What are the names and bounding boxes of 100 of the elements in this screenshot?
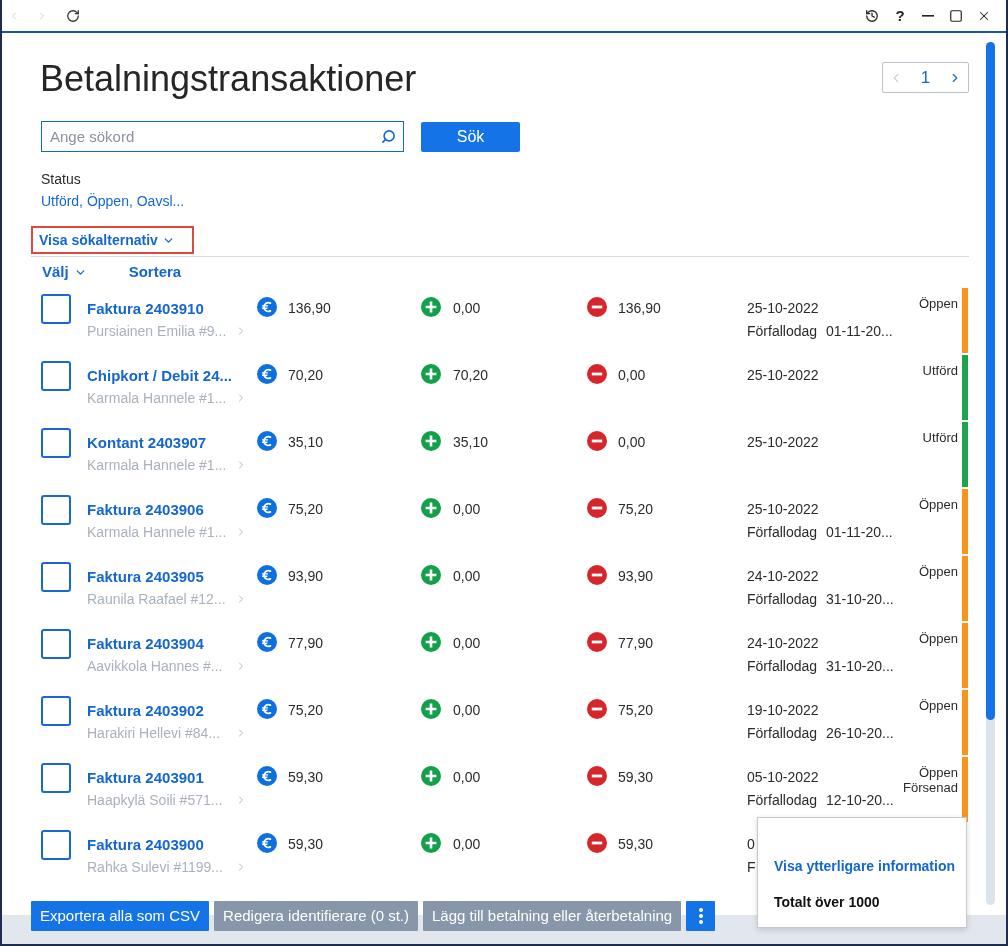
minus-circle-icon (587, 833, 607, 853)
help-button[interactable]: ? (893, 6, 907, 25)
transaction-link[interactable]: Faktura 2403905 (87, 567, 204, 587)
plus-circle-icon (421, 364, 441, 384)
paid-amount-text: 35,10 (453, 433, 489, 452)
status-text: Öppen (918, 765, 958, 780)
search-icon (381, 129, 396, 144)
export-button[interactable]: Exportera alla som CSV (31, 901, 210, 931)
page-title: Betalningstransaktioner (40, 57, 417, 101)
scrollbar-thumb[interactable] (986, 42, 995, 720)
status-text: Öppen (918, 631, 958, 646)
plus-circle-icon (421, 431, 441, 451)
paid-amount-text: 0,00 (453, 500, 481, 519)
minus-circle-icon (587, 766, 607, 786)
date-text: 19-10-2022 (747, 701, 819, 720)
search-field[interactable]: Ange sökord (41, 121, 404, 152)
total-count-text: Totalt över 1000 (774, 893, 880, 912)
status-text: Öppen (918, 497, 958, 512)
date-text: 05-10-2022 (747, 768, 819, 787)
status-filter-label: Status (41, 170, 81, 188)
remaining-amount-text: 59,30 (618, 768, 654, 787)
more-options-button[interactable] (686, 901, 716, 931)
transaction-link[interactable]: Chipkort / Debit 24... (87, 366, 233, 386)
checkbox[interactable] (41, 428, 71, 458)
amount-text: 75,20 (288, 500, 324, 519)
sort-button[interactable]: Sortera (128, 262, 182, 282)
due-label: Förfallodag (747, 791, 818, 810)
checkbox[interactable] (41, 361, 71, 391)
status-filter-link[interactable]: Utförd, Öppen, Oavsl... (41, 192, 185, 210)
euro-icon (257, 498, 277, 518)
euro-icon (257, 699, 277, 719)
paid-amount-text: 0,00 (453, 567, 481, 586)
euro-icon (257, 766, 277, 786)
remaining-amount-text: 93,90 (618, 567, 654, 586)
due-label: F (747, 858, 756, 877)
maximize-button[interactable] (949, 7, 963, 24)
minus-circle-icon (587, 431, 607, 451)
search-options-toggle[interactable]: Visa sökalternativ (39, 230, 175, 250)
due-label: Förfallodag (747, 724, 818, 743)
plus-circle-icon (421, 833, 441, 853)
paid-amount-text: 0,00 (453, 835, 481, 854)
amount-text: 59,30 (288, 835, 324, 854)
history-icon (865, 8, 879, 23)
paid-amount-text: 0,00 (453, 299, 481, 318)
date-text: 25-10-2022 (747, 500, 819, 519)
due-label: Förfallodag (747, 523, 818, 542)
status-text: Utförd (922, 430, 958, 445)
plus-circle-icon (421, 699, 441, 719)
date-text: 25-10-2022 (747, 366, 819, 385)
vertical-dots-icon (698, 908, 703, 924)
checkbox[interactable] (41, 629, 71, 659)
amount-text: 70,20 (288, 366, 324, 385)
search-button[interactable]: Sök (421, 121, 520, 152)
status-text: Öppen (918, 564, 958, 579)
transaction-link[interactable]: Faktura 2403901 (87, 768, 204, 788)
euro-icon (257, 632, 277, 652)
remaining-amount-text: 75,20 (618, 701, 654, 720)
minus-circle-icon (587, 297, 607, 317)
transaction-link[interactable]: Faktura 2403904 (87, 634, 204, 654)
due-label: Förfallodag (747, 657, 818, 676)
amount-text: 59,30 (288, 768, 324, 787)
minus-circle-icon (587, 565, 607, 585)
date-text: 0 (747, 835, 755, 854)
checkbox[interactable] (41, 763, 71, 793)
status-text: Utförd (922, 363, 958, 378)
checkbox[interactable] (41, 495, 71, 525)
history-button[interactable] (865, 7, 879, 24)
minimize-icon (922, 14, 934, 17)
minus-circle-icon (587, 699, 607, 719)
euro-icon (257, 364, 277, 384)
due-date-text: 01-11-20... (826, 322, 893, 341)
amount-text: 93,90 (288, 567, 324, 586)
transaction-link[interactable]: Faktura 2403906 (87, 500, 204, 520)
checkbox[interactable] (41, 696, 71, 726)
amount-text: 35,10 (288, 433, 324, 452)
euro-icon (257, 565, 277, 585)
select-menu-button[interactable]: Välj (42, 262, 87, 282)
euro-icon (257, 833, 277, 853)
maximize-icon (949, 8, 963, 23)
transaction-link[interactable]: Faktura 2403900 (87, 835, 204, 855)
checkbox[interactable] (41, 562, 71, 592)
due-date-text: 01-11-20... (826, 523, 893, 542)
more-info-link[interactable]: Visa ytterligare information (774, 856, 955, 876)
date-text: 24-10-2022 (747, 567, 819, 586)
plus-circle-icon (421, 498, 441, 518)
due-date-text: 12-10-20... (826, 791, 894, 810)
checkbox[interactable] (41, 294, 71, 324)
plus-circle-icon (421, 565, 441, 585)
plus-circle-icon (421, 766, 441, 786)
due-date-text: 26-10-20... (826, 724, 894, 743)
amount-text: 75,20 (288, 701, 324, 720)
due-date-text: 31-10-20... (826, 590, 894, 609)
remaining-amount-text: 59,30 (618, 835, 654, 854)
minus-circle-icon (587, 632, 607, 652)
transaction-link[interactable]: Kontant 2403907 (87, 433, 207, 453)
paid-amount-text: 70,20 (453, 366, 489, 385)
transaction-link[interactable]: Faktura 2403902 (87, 701, 204, 721)
checkbox[interactable] (41, 830, 71, 860)
transaction-link[interactable]: Faktura 2403910 (87, 299, 204, 319)
plus-circle-icon (421, 632, 441, 652)
